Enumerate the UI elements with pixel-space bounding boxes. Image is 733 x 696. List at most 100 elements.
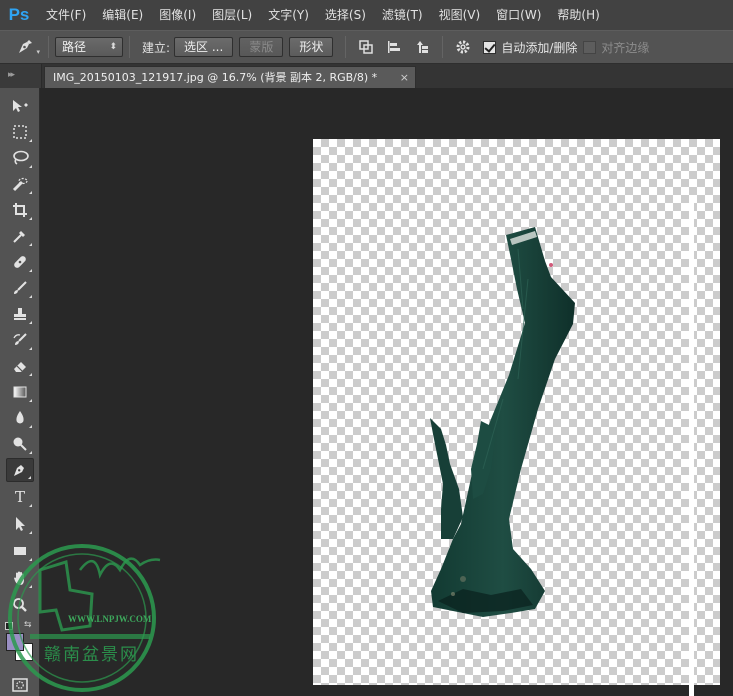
brush-tool-button[interactable]: [6, 276, 34, 300]
history-brush-tool-button[interactable]: [6, 328, 34, 352]
more-tools-indicator-icon: [29, 191, 32, 194]
eraser-tool-icon: [14, 362, 26, 372]
geometry-options-button[interactable]: [451, 35, 475, 59]
zoom-tool-button[interactable]: [6, 593, 34, 617]
healing-brush-tool-button[interactable]: [6, 250, 34, 274]
path-alignment-button[interactable]: [382, 35, 406, 59]
more-tools-indicator-icon: [29, 269, 32, 272]
menu-file[interactable]: 文件(F): [38, 0, 94, 30]
select-arrows-icon: ⬍: [109, 42, 117, 52]
path-selection-tool-icon: [16, 517, 25, 531]
eraser-tool-button[interactable]: [6, 354, 34, 378]
swap-colors-icon[interactable]: ⇆: [24, 620, 32, 630]
type-tool-button[interactable]: T: [6, 485, 34, 509]
default-colors-icon[interactable]: [5, 622, 13, 630]
crop-tool-button[interactable]: [6, 198, 34, 222]
history-brush-tool-icon: [13, 333, 27, 345]
more-tools-indicator-icon: [29, 165, 32, 168]
watermark-text: 赣南盆景网: [44, 645, 139, 665]
more-tools-indicator-icon: [29, 139, 32, 142]
options-bar: ▾ 路径 ⬍ 建立: 选区 ... 蒙版 形状 自动添加/删除 对齐边缘: [0, 30, 733, 64]
rectangle-tool-icon: [14, 547, 26, 555]
eyedropper-tool-icon: [13, 231, 25, 243]
tool-preset-picker[interactable]: ▾: [8, 35, 42, 59]
more-tools-indicator-icon: [29, 558, 32, 561]
tools-panel: T ⇆: [0, 88, 40, 696]
separator: [442, 36, 444, 58]
crop-tool-icon: [13, 203, 27, 217]
pen-mode-select[interactable]: 路径 ⬍: [55, 37, 123, 57]
separator: [48, 36, 49, 58]
make-shape-button[interactable]: 形状: [289, 37, 334, 57]
menu-edit[interactable]: 编辑(E): [94, 0, 151, 30]
menu-window[interactable]: 窗口(W): [488, 0, 549, 30]
eyedropper-tool-button[interactable]: [6, 224, 34, 248]
menu-filter[interactable]: 滤镜(T): [374, 0, 431, 30]
more-tools-indicator-icon: [29, 321, 32, 324]
close-tab-button[interactable]: ×: [400, 67, 409, 88]
preset-chevron-icon: ▾: [36, 48, 40, 56]
gear-icon: [456, 40, 470, 54]
hand-tool-button[interactable]: [6, 566, 34, 590]
menu-bar: Ps 文件(F) 编辑(E) 图像(I) 图层(L) 文字(Y) 选择(S) 滤…: [0, 0, 733, 30]
bonsai-trunk-image: [430, 227, 575, 617]
menu-select[interactable]: 选择(S): [317, 0, 374, 30]
quick-selection-tool-button[interactable]: [6, 172, 34, 196]
document-canvas[interactable]: [313, 139, 720, 685]
blur-tool-button[interactable]: [6, 406, 34, 430]
quick-mask-icon: [12, 678, 28, 692]
menu-type[interactable]: 文字(Y): [260, 0, 317, 30]
more-tools-indicator-icon: [29, 425, 32, 428]
align-edges-checkbox[interactable]: [583, 40, 597, 54]
dodge-tool-icon: [13, 437, 27, 451]
separator: [129, 36, 130, 58]
path-selection-tool-button[interactable]: [6, 512, 34, 536]
make-mask-button[interactable]: 蒙版: [239, 37, 284, 57]
dodge-tool-button[interactable]: [6, 432, 34, 456]
gradient-tool-button[interactable]: [6, 380, 34, 404]
more-tools-indicator-icon: [29, 217, 32, 220]
move-tool-button[interactable]: [6, 94, 34, 118]
rectangle-tool-button[interactable]: [6, 539, 34, 563]
menu-layer[interactable]: 图层(L): [204, 0, 260, 30]
path-alignment-icon: [388, 41, 401, 53]
more-tools-indicator-icon: [29, 373, 32, 376]
align-edges-label: 对齐边缘: [601, 40, 650, 55]
quick-selection-tool-icon: [12, 177, 28, 192]
make-selection-button[interactable]: 选区 ...: [174, 37, 234, 57]
path-arrangement-icon: [417, 41, 429, 53]
more-tools-indicator-icon: [29, 585, 32, 588]
document-tab[interactable]: IMG_20150103_121917.jpg @ 16.7% (背景 副本 2…: [44, 66, 416, 88]
healing-brush-tool-icon: [14, 256, 26, 268]
more-tools-indicator-icon: [29, 451, 32, 454]
lasso-tool-button[interactable]: [6, 146, 34, 170]
brush-tool-icon: [14, 281, 27, 294]
pen-tool-icon: [19, 40, 32, 53]
pen-tool-button[interactable]: [6, 458, 34, 482]
document-tab-bar: ▸▸ IMG_20150103_121917.jpg @ 16.7% (背景 副…: [0, 64, 733, 88]
menu-help[interactable]: 帮助(H): [549, 0, 607, 30]
tools-panel-grip[interactable]: ▸▸: [0, 64, 42, 88]
path-operations-button[interactable]: [354, 35, 378, 59]
document-tab-title: IMG_20150103_121917.jpg @ 16.7% (背景 副本 2…: [53, 71, 378, 84]
path-arrangement-button[interactable]: [410, 35, 434, 59]
more-tools-indicator-icon: [29, 399, 32, 402]
separator: [345, 36, 347, 58]
more-tools-indicator-icon: [29, 504, 32, 507]
path-operations-icon: [359, 40, 374, 54]
clone-stamp-tool-button[interactable]: [6, 302, 34, 326]
clone-stamp-tool-icon: [14, 308, 26, 320]
pen-mode-value: 路径: [62, 40, 87, 54]
menu-image[interactable]: 图像(I): [151, 0, 204, 30]
gradient-tool-icon: [13, 386, 27, 398]
marquee-tool-button[interactable]: [6, 120, 34, 144]
photoshop-logo[interactable]: Ps: [0, 0, 38, 30]
watermark-url: WWW.LNPJW.COM: [68, 614, 152, 624]
auto-add-delete-checkbox[interactable]: [483, 40, 497, 54]
menu-view[interactable]: 视图(V): [431, 0, 489, 30]
more-tools-indicator-icon: [29, 347, 32, 350]
foreground-color-swatch[interactable]: [6, 633, 24, 651]
quick-mask-button[interactable]: [6, 673, 34, 696]
canvas-guide-strip: [689, 197, 694, 696]
move-tool-icon: [13, 100, 28, 112]
